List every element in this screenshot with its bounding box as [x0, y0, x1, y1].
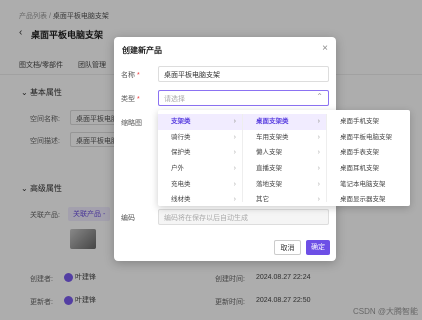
- cascader-option-label: 懒人支架: [256, 149, 282, 157]
- cascader-option-label: 车用支架类: [256, 133, 289, 141]
- type-cascader-dropdown: 支架类 › 骑行类 › 保护类 › 户外 › 充电类 › 线材类 › 桌面支架类 › 车用支架类 › 懒人支架…: [158, 110, 410, 206]
- chevron-right-icon: ›: [317, 196, 320, 204]
- chevron-right-icon: ›: [233, 149, 236, 157]
- ok-button[interactable]: 确定: [306, 240, 330, 255]
- cascader-option[interactable]: 桌面手表支架: [327, 145, 410, 161]
- cascader-option[interactable]: 充电类 ›: [158, 177, 242, 193]
- cascader-option[interactable]: 保护类 ›: [158, 145, 242, 161]
- cascader-option[interactable]: 直播支架 ›: [243, 161, 326, 177]
- code-input: 编码将在保存以后自动生成: [158, 209, 329, 225]
- cascader-option[interactable]: 其它 ›: [243, 192, 326, 208]
- chevron-right-icon: ›: [317, 165, 320, 173]
- chevron-up-icon: ⌃: [316, 92, 323, 101]
- required-mark: *: [136, 72, 140, 79]
- cascader-option[interactable]: 落地支架 ›: [243, 177, 326, 193]
- watermark: CSDN @大腾智能: [352, 307, 418, 316]
- cascader-option-label: 线材类: [171, 196, 191, 204]
- name-label: 名称 *: [121, 70, 140, 80]
- cascader-option[interactable]: 支架类 ›: [158, 114, 242, 130]
- chevron-right-icon: ›: [317, 133, 320, 141]
- chevron-right-icon: ›: [317, 149, 320, 157]
- cascader-option[interactable]: 车用支架类 ›: [243, 130, 326, 146]
- cascader-option-label: 笔记本电脑支架: [340, 180, 386, 188]
- cascader-column-1: 支架类 › 骑行类 › 保护类 › 户外 › 充电类 › 线材类 ›: [158, 114, 242, 208]
- cascader-option-label: 桌面支架类: [256, 118, 289, 125]
- cascader-option[interactable]: 笔记本电脑支架: [327, 177, 410, 193]
- close-icon[interactable]: ×: [322, 43, 328, 54]
- cascader-option[interactable]: 桌面支架类 ›: [243, 114, 326, 130]
- code-label: 编码: [121, 215, 135, 222]
- cascader-option-label: 落地支架: [256, 180, 282, 188]
- cascader-option-label: 桌面平板电脑支架: [340, 133, 392, 141]
- cascader-option[interactable]: 桌面显示器支架: [327, 192, 410, 208]
- type-label: 类型 *: [121, 94, 140, 104]
- cascader-option-label: 桌面手表支架: [340, 149, 379, 157]
- cascader-option[interactable]: 户外 ›: [158, 161, 242, 177]
- type-select[interactable]: 请选择 ⌃: [158, 90, 329, 106]
- cascader-option[interactable]: 桌面耳机支架: [327, 161, 410, 177]
- cascader-option[interactable]: 线材类 ›: [158, 192, 242, 208]
- chevron-right-icon: ›: [233, 118, 236, 125]
- cascader-option-label: 桌面显示器支架: [340, 196, 386, 204]
- cascader-column-3: 桌面手机支架桌面平板电脑支架 桌面手表支架 桌面耳机支架 笔记本电脑支架 桌面显示器支架: [327, 114, 410, 208]
- cascader-option-label: 保护类: [171, 149, 191, 157]
- cascader-option-label: 支架类: [171, 118, 191, 125]
- cascader-option[interactable]: 桌面手机支架: [327, 114, 410, 130]
- chevron-right-icon: ›: [233, 133, 236, 141]
- cancel-button[interactable]: 取消: [274, 240, 301, 255]
- cascader-option-label: 桌面耳机支架: [340, 165, 379, 173]
- cascader-option-label: 充电类: [171, 180, 191, 188]
- cascader-option-label: 直播支架: [256, 165, 282, 173]
- type-label-text: 类型: [121, 96, 135, 103]
- dialog-title: 创建新产品: [122, 46, 162, 55]
- chevron-right-icon: ›: [233, 196, 236, 204]
- chevron-right-icon: ›: [317, 180, 320, 188]
- cascader-option[interactable]: 骑行类 ›: [158, 130, 242, 146]
- cascader-option-label: 户外: [171, 165, 184, 173]
- chevron-right-icon: ›: [233, 165, 236, 173]
- name-input[interactable]: 桌面平板电脑支架: [158, 66, 329, 82]
- cascader-option-label: 骑行类: [171, 133, 191, 141]
- cascader-option[interactable]: 桌面平板电脑支架: [327, 130, 410, 146]
- thumbnail-label: 缩略图: [121, 120, 142, 127]
- code-placeholder: 编码将在保存以后自动生成: [164, 215, 248, 222]
- type-placeholder: 请选择: [164, 96, 185, 103]
- required-mark: *: [136, 96, 140, 103]
- cascader-option-label: 桌面手机支架: [340, 118, 379, 125]
- name-label-text: 名称: [121, 72, 135, 79]
- cascader-option[interactable]: 懒人支架 ›: [243, 145, 326, 161]
- cascader-option-label: 其它: [256, 196, 269, 204]
- cascader-column-2: 桌面支架类 › 车用支架类 › 懒人支架 › 直播支架 › 落地支架 › 其它 ›: [243, 114, 326, 208]
- chevron-right-icon: ›: [317, 118, 320, 125]
- chevron-right-icon: ›: [233, 180, 236, 188]
